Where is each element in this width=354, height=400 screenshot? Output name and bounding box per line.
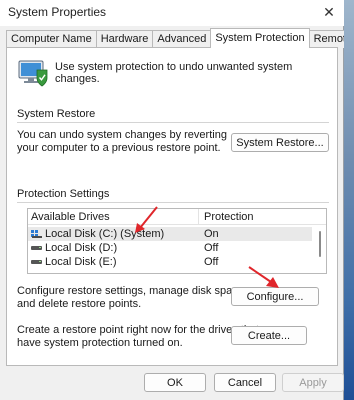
create-description-line1: Create a restore point right now for the… bbox=[17, 324, 260, 336]
configure-description-line2: and delete restore points. bbox=[17, 298, 142, 310]
column-header-protection[interactable]: Protection bbox=[204, 211, 254, 223]
close-button[interactable]: ✕ bbox=[318, 2, 340, 22]
tab-system-protection[interactable]: System Protection bbox=[210, 28, 310, 48]
close-icon: ✕ bbox=[323, 3, 335, 20]
drive-icon bbox=[31, 246, 42, 250]
scrollbar-thumb[interactable] bbox=[319, 231, 321, 257]
system-properties-window: System Properties ✕ Computer Name Hardwa… bbox=[0, 0, 354, 400]
column-header-available-drives[interactable]: Available Drives bbox=[31, 211, 110, 223]
drive-row-d[interactable]: Local Disk (D:) Off bbox=[28, 241, 312, 255]
drives-list-header: Available Drives Protection bbox=[28, 209, 326, 225]
drive-name: Local Disk (D:) bbox=[45, 242, 118, 254]
system-protection-icon bbox=[18, 60, 48, 87]
system-restore-divider bbox=[17, 122, 329, 123]
system-restore-heading: System Restore bbox=[17, 108, 96, 120]
cancel-button[interactable]: Cancel bbox=[214, 373, 276, 392]
create-description-line2: have system protection turned on. bbox=[17, 337, 183, 349]
system-restore-button[interactable]: System Restore... bbox=[231, 133, 329, 152]
create-button[interactable]: Create... bbox=[231, 326, 307, 345]
drive-row-c[interactable]: Local Disk (C:) (System) On bbox=[28, 227, 312, 241]
tab-strip: Computer Name Hardware Advanced System P… bbox=[6, 28, 354, 48]
intro-text: Use system protection to undo unwanted s… bbox=[55, 61, 293, 85]
protection-settings-divider bbox=[17, 202, 329, 203]
system-restore-description-line2: your computer to a previous restore poin… bbox=[17, 142, 221, 154]
drive-protection-status: Off bbox=[204, 242, 219, 254]
tab-hardware[interactable]: Hardware bbox=[95, 30, 154, 48]
configure-description-line1: Configure restore settings, manage disk … bbox=[17, 285, 247, 297]
desktop-background bbox=[344, 0, 354, 400]
tab-computer-name[interactable]: Computer Name bbox=[6, 30, 97, 48]
drive-icon bbox=[31, 260, 42, 264]
drives-list-scrollbar[interactable] bbox=[314, 225, 326, 271]
apply-button[interactable]: Apply bbox=[282, 373, 344, 392]
title-bar: System Properties ✕ bbox=[0, 0, 344, 26]
column-separator bbox=[198, 209, 199, 225]
drive-protection-status: On bbox=[204, 228, 219, 240]
system-drive-icon bbox=[31, 230, 42, 238]
available-drives-list[interactable]: Available Drives Protection Local Disk (… bbox=[27, 208, 327, 274]
drive-name: Local Disk (C:) (System) bbox=[45, 228, 165, 240]
tab-advanced[interactable]: Advanced bbox=[152, 30, 212, 48]
configure-button[interactable]: Configure... bbox=[231, 287, 319, 306]
ok-button[interactable]: OK bbox=[144, 373, 206, 392]
system-restore-description-line1: You can undo system changes by reverting bbox=[17, 129, 227, 141]
drive-name: Local Disk (E:) bbox=[45, 256, 117, 268]
drive-protection-status: Off bbox=[204, 256, 219, 268]
protection-settings-heading: Protection Settings bbox=[17, 188, 110, 200]
drive-row-e[interactable]: Local Disk (E:) Off bbox=[28, 255, 312, 269]
window-title: System Properties bbox=[8, 5, 107, 19]
system-protection-panel: Use system protection to undo unwanted s… bbox=[6, 47, 338, 366]
